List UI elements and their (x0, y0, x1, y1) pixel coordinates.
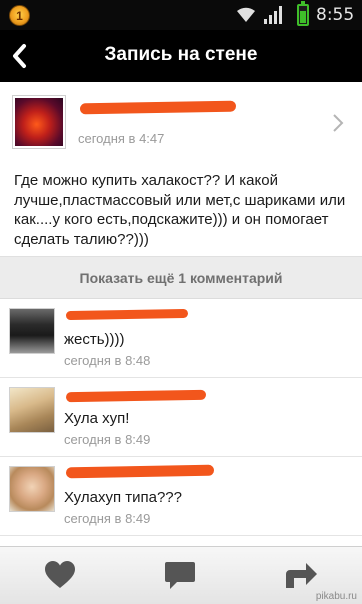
redacted-author-name (79, 100, 237, 115)
comment-timestamp: сегодня в 8:49 (64, 511, 151, 526)
chevron-right-icon (333, 114, 344, 132)
post-author-avatar[interactable] (12, 95, 66, 149)
comment-item: Хула хуп! сегодня в 8:49 (0, 379, 362, 457)
wifi-icon (237, 7, 255, 22)
status-bar: 1 8:55 (0, 0, 362, 30)
redacted-commenter-name (65, 308, 189, 321)
comment-item: жесть)))) сегодня в 8:48 (0, 300, 362, 378)
comment-text: Хула хуп! (64, 410, 130, 427)
page-title: Запись на стене (104, 44, 258, 65)
post-author-row[interactable]: сегодня в 4:47 (0, 82, 362, 160)
battery-icon (297, 1, 309, 26)
comment-text: жесть)))) (64, 331, 125, 348)
comment-icon[interactable] (164, 560, 196, 592)
commenter-avatar[interactable] (9, 466, 55, 512)
commenter-avatar[interactable] (9, 387, 55, 433)
post-text: Где можно купить халакост?? И какой лучш… (14, 172, 346, 248)
comment-timestamp: сегодня в 8:49 (64, 432, 151, 447)
comment-text: Хулахуп типа??? (64, 489, 182, 506)
post-timestamp: сегодня в 4:47 (78, 131, 165, 146)
like-icon[interactable] (44, 560, 76, 590)
clock: 8:55 (316, 5, 355, 25)
bottom-action-bar: pikabu.ru (0, 546, 362, 604)
commenter-avatar[interactable] (9, 308, 55, 354)
watermark: pikabu.ru (315, 591, 357, 602)
comment-timestamp: сегодня в 8:48 (64, 353, 151, 368)
signal-icon (264, 6, 282, 24)
show-more-comments-button[interactable]: Показать ещё 1 комментарий (0, 256, 362, 299)
notification-icon[interactable]: 1 (9, 5, 30, 26)
header-bar: Запись на стене (0, 30, 362, 82)
notification-badge: 1 (16, 9, 23, 23)
redacted-commenter-name (65, 464, 215, 479)
share-icon[interactable] (284, 560, 318, 590)
comment-item: Хулахуп типа??? сегодня в 8:49 (0, 458, 362, 536)
redacted-commenter-name (65, 389, 207, 403)
